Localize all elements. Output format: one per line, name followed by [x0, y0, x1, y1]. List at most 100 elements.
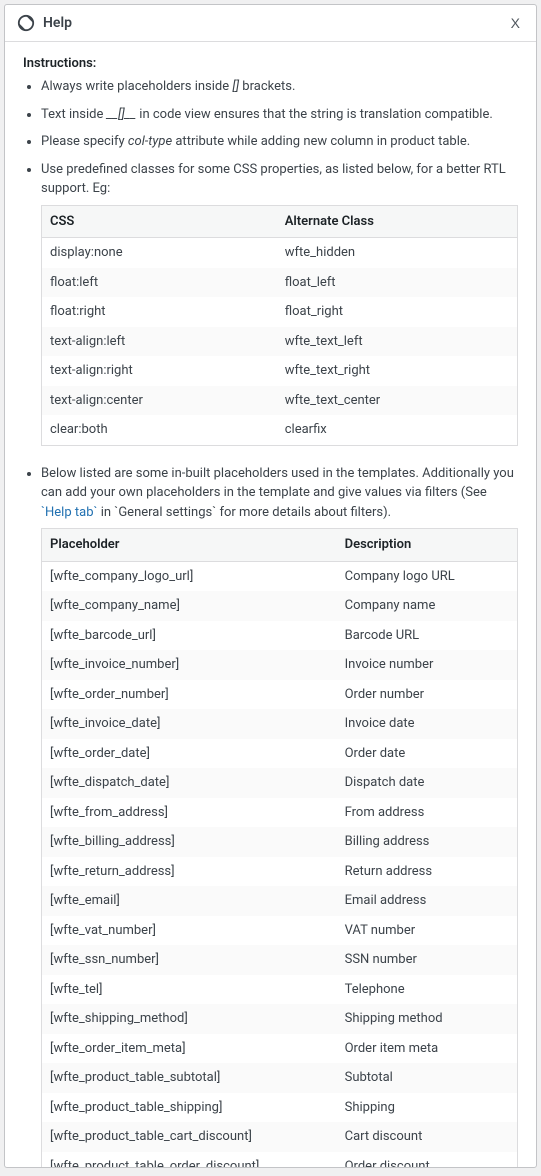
placeholder-cell: [wfte_product_table_cart_discount]: [42, 1122, 337, 1152]
table-row: [wfte_order_date]Order date: [42, 739, 518, 769]
table-row: [wfte_return_address]Return address: [42, 857, 518, 887]
table-row: [wfte_tel]Telephone: [42, 975, 518, 1005]
table-row: text-align:centerwfte_text_center: [42, 386, 518, 416]
text: Please specify: [41, 134, 128, 149]
table-row: [wfte_barcode_url]Barcode URL: [42, 621, 518, 651]
description-cell: Order item meta: [337, 1034, 518, 1064]
dialog-title: Help: [43, 15, 507, 31]
table-row: display:nonewfte_hidden: [42, 238, 518, 268]
placeholder-cell: [wfte_tel]: [42, 975, 337, 1005]
alt-cell: wfte_text_left: [277, 327, 518, 357]
help-icon: [17, 14, 35, 32]
description-cell: SSN number: [337, 945, 518, 975]
css-cell: text-align:right: [42, 356, 277, 386]
table-row: [wfte_company_name]Company name: [42, 591, 518, 621]
css-cell: float:left: [42, 268, 277, 298]
description-cell: Cart discount: [337, 1122, 518, 1152]
description-cell: VAT number: [337, 916, 518, 946]
description-cell: Shipping method: [337, 1004, 518, 1034]
col-header-description: Description: [337, 529, 518, 562]
description-cell: Invoice date: [337, 709, 518, 739]
list-item: Below listed are some in-built placehold…: [41, 464, 518, 1168]
placeholders-intro-list: Below listed are some in-built placehold…: [23, 464, 518, 1168]
description-cell: Dispatch date: [337, 768, 518, 798]
css-cell: text-align:left: [42, 327, 277, 357]
placeholder-cell: [wfte_invoice_number]: [42, 650, 337, 680]
placeholder-cell: [wfte_order_item_meta]: [42, 1034, 337, 1064]
table-row: text-align:leftwfte_text_left: [42, 327, 518, 357]
list-item: Text inside __[]__ in code view ensures …: [41, 105, 518, 125]
placeholder-cell: [wfte_product_table_subtotal]: [42, 1063, 337, 1093]
text: attribute while adding new column in pro…: [172, 134, 470, 149]
dialog-body[interactable]: Instructions: Always write placeholders …: [5, 42, 536, 1167]
description-cell: Order date: [337, 739, 518, 769]
placeholder-cell: [wfte_from_address]: [42, 798, 337, 828]
table-row: [wfte_invoice_number]Invoice number: [42, 650, 518, 680]
description-cell: Order number: [337, 680, 518, 710]
alt-cell: wfte_text_center: [277, 386, 518, 416]
col-header-alt: Alternate Class: [277, 205, 518, 238]
placeholder-cell: [wfte_invoice_date]: [42, 709, 337, 739]
placeholder-cell: [wfte_ssn_number]: [42, 945, 337, 975]
placeholder-cell: [wfte_dispatch_date]: [42, 768, 337, 798]
placeholder-cell: [wfte_product_table_shipping]: [42, 1093, 337, 1123]
alt-cell: float_left: [277, 268, 518, 298]
text-italic: col-type: [128, 134, 172, 149]
placeholders-table: Placeholder Description [wfte_company_lo…: [41, 528, 518, 1167]
instructions-list: Always write placeholders inside [] brac…: [23, 77, 518, 446]
text: Below listed are some in-built placehold…: [41, 466, 514, 501]
help-tab-link[interactable]: `Help tab`: [41, 505, 98, 520]
instructions-heading: Instructions:: [23, 56, 518, 71]
table-row: [wfte_from_address]From address: [42, 798, 518, 828]
css-cell: text-align:center: [42, 386, 277, 416]
alt-cell: clearfix: [277, 415, 518, 445]
placeholder-cell: [wfte_return_address]: [42, 857, 337, 887]
table-row: clear:bothclearfix: [42, 415, 518, 445]
list-item: Please specify col-type attribute while …: [41, 132, 518, 152]
table-row: [wfte_ssn_number]SSN number: [42, 945, 518, 975]
placeholder-cell: [wfte_email]: [42, 886, 337, 916]
table-row: [wfte_product_table_subtotal]Subtotal: [42, 1063, 518, 1093]
table-row: [wfte_product_table_shipping]Shipping: [42, 1093, 518, 1123]
css-cell: float:right: [42, 297, 277, 327]
description-cell: Billing address: [337, 827, 518, 857]
text: in code view ensures that the string is …: [136, 107, 493, 122]
table-row: [wfte_order_item_meta]Order item meta: [42, 1034, 518, 1064]
text: Always write placeholders inside: [41, 79, 232, 94]
description-cell: Company name: [337, 591, 518, 621]
description-cell: Telephone: [337, 975, 518, 1005]
text: in `General settings` for more details a…: [98, 505, 392, 520]
placeholder-cell: [wfte_company_logo_url]: [42, 561, 337, 591]
text: Text inside: [41, 107, 107, 122]
placeholder-cell: [wfte_company_name]: [42, 591, 337, 621]
alt-cell: float_right: [277, 297, 518, 327]
placeholder-cell: [wfte_barcode_url]: [42, 621, 337, 651]
css-classes-table: CSS Alternate Class display:nonewfte_hid…: [41, 205, 518, 446]
description-cell: Invoice number: [337, 650, 518, 680]
help-dialog: Help X Instructions: Always write placeh…: [4, 4, 537, 1168]
table-row: [wfte_invoice_date]Invoice date: [42, 709, 518, 739]
table-row: [wfte_company_logo_url]Company logo URL: [42, 561, 518, 591]
text: Use predefined classes for some CSS prop…: [41, 162, 506, 197]
close-button[interactable]: X: [507, 13, 524, 33]
alt-cell: wfte_hidden: [277, 238, 518, 268]
text-italic: __[]__: [107, 107, 136, 122]
placeholder-cell: [wfte_order_number]: [42, 680, 337, 710]
table-row: float:rightfloat_right: [42, 297, 518, 327]
table-row: float:leftfloat_left: [42, 268, 518, 298]
placeholder-cell: [wfte_order_date]: [42, 739, 337, 769]
description-cell: Email address: [337, 886, 518, 916]
table-row: [wfte_product_table_cart_discount]Cart d…: [42, 1122, 518, 1152]
table-row: [wfte_billing_address]Billing address: [42, 827, 518, 857]
list-item: Use predefined classes for some CSS prop…: [41, 160, 518, 446]
text: brackets.: [239, 79, 295, 94]
css-cell: display:none: [42, 238, 277, 268]
table-row: [wfte_order_number]Order number: [42, 680, 518, 710]
description-cell: From address: [337, 798, 518, 828]
table-row: text-align:rightwfte_text_right: [42, 356, 518, 386]
css-cell: clear:both: [42, 415, 277, 445]
col-header-css: CSS: [42, 205, 277, 238]
table-row: [wfte_dispatch_date]Dispatch date: [42, 768, 518, 798]
table-row: [wfte_vat_number]VAT number: [42, 916, 518, 946]
col-header-placeholder: Placeholder: [42, 529, 337, 562]
